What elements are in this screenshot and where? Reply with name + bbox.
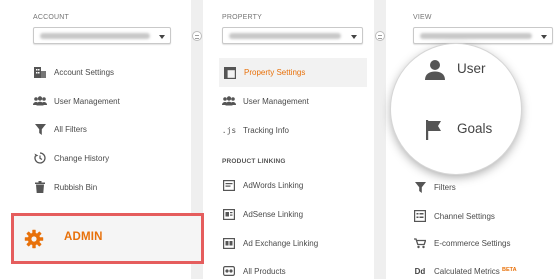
rubbish-bin-item[interactable]: Rubbish Bin [33,174,183,200]
account-heading: ACCOUNT [33,14,70,21]
adsense-linking-item[interactable]: AdSense Linking [222,201,372,227]
link-arrow-icon [192,31,202,41]
ad-exchange-linking-item[interactable]: Ad Exchange Linking [222,230,372,256]
all-products-label: All Products [243,267,286,276]
magnified-goals-label: Goals [457,121,493,136]
account-settings-label: Account Settings [54,68,115,77]
calculated-metrics-label: Calculated Metrics [434,267,500,276]
adexchange-icon [222,236,236,250]
calculated-metrics-item[interactable]: Dd Calculated Metrics BETA [413,258,553,279]
chevron-down-icon [159,35,165,39]
column-divider-2 [374,0,386,279]
view-heading: VIEW [413,14,432,21]
tracking-info-item[interactable]: .js Tracking Info [222,117,372,143]
link-arrow-icon [375,31,385,41]
adwords-icon [222,178,236,192]
ecommerce-settings-label: E-commerce Settings [434,239,511,248]
account-user-management-item[interactable]: User Management [33,88,183,114]
magnified-goals-item[interactable]: Goals [411,116,515,144]
account-settings-item[interactable]: Account Settings [33,59,183,85]
change-history-item[interactable]: Change History [33,145,183,171]
view-selector[interactable] [413,27,553,44]
adsense-icon [222,207,236,221]
adwords-linking-label: AdWords Linking [243,181,304,190]
all-products-item[interactable]: All Products [222,258,372,279]
admin-button[interactable]: ADMIN [11,213,204,264]
account-user-management-label: User Management [54,97,120,106]
js-icon: .js [221,125,237,135]
view-filters-label: Filters [434,183,456,192]
flag-icon [423,118,447,142]
all-filters-label: All Filters [54,125,87,134]
gear-icon [24,229,44,249]
view-filters-item[interactable]: Filters [413,174,553,200]
property-user-management-item[interactable]: User Management [222,88,372,114]
chevron-down-icon [541,35,547,39]
users-icon [33,94,47,108]
view-selector-value [420,33,532,39]
all-products-icon [222,264,236,278]
channel-settings-item[interactable]: Channel Settings [413,203,553,229]
all-filters-item[interactable]: All Filters [33,116,183,142]
history-icon [33,151,47,165]
channel-settings-icon [413,209,427,223]
property-user-management-label: User Management [243,97,309,106]
property-items: User Management .js Tracking Info PRODUC… [222,0,372,279]
magnified-users-label: User [457,61,486,76]
ecommerce-settings-item[interactable]: E-commerce Settings [413,230,553,256]
change-history-label: Change History [54,154,110,163]
cart-icon [413,236,427,250]
magnified-content: User Goals [397,50,515,168]
building-icon [33,65,47,79]
admin-label: ADMIN [64,231,103,243]
magnifier-lens: User Goals [391,44,521,174]
channel-settings-label: Channel Settings [434,212,495,221]
tracking-info-label: Tracking Info [243,126,289,135]
account-selector-value [40,33,150,39]
user-icon [423,58,447,82]
adsense-linking-label: AdSense Linking [243,210,304,219]
rubbish-bin-label: Rubbish Bin [54,183,98,192]
users-icon [222,94,236,108]
beta-badge: BETA [502,267,517,273]
magnified-user-management-item[interactable]: User [411,56,515,84]
filter-icon [33,122,47,136]
account-selector[interactable] [33,27,171,44]
product-linking-heading: PRODUCT LINKING [222,158,286,165]
dd-icon: Dd [414,266,426,276]
adwords-linking-item[interactable]: AdWords Linking [222,172,372,198]
trash-icon [33,180,47,194]
filter-icon [413,180,427,194]
ad-exchange-linking-label: Ad Exchange Linking [243,239,319,248]
